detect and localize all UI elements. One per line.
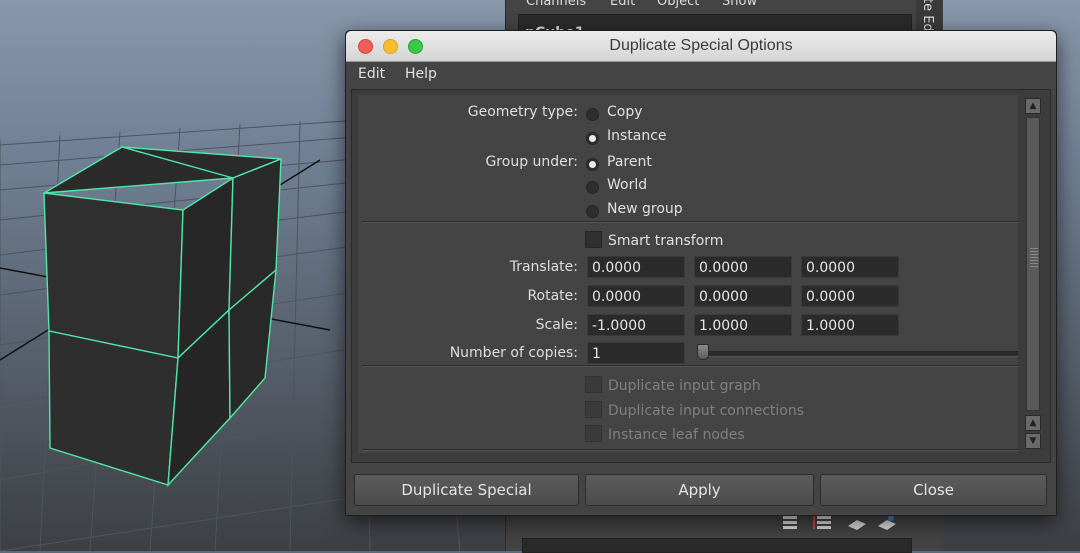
section-divider [362, 221, 1018, 223]
close-button[interactable]: Close [820, 474, 1047, 506]
menu-object[interactable]: Object [657, 0, 699, 9]
copies-slider-handle[interactable] [697, 344, 709, 360]
scale-y-field[interactable]: 1.0000 [694, 314, 792, 336]
section-divider-2 [362, 365, 1018, 367]
radio-parent[interactable] [586, 158, 599, 171]
section-divider-3 [362, 449, 1018, 451]
translate-x-field[interactable]: 0.0000 [587, 256, 685, 278]
smart-transform-label[interactable]: Smart transform [608, 233, 723, 249]
rotate-label: Rotate: [527, 288, 578, 304]
options-scrollbar[interactable]: ▲ ▲ ▼ [1024, 95, 1042, 453]
rotate-y-field[interactable]: 0.0000 [694, 285, 792, 307]
copies-label: Number of copies: [449, 345, 578, 361]
window-title: Duplicate Special Options [609, 37, 793, 54]
duplicate-input-graph-checkbox[interactable] [585, 376, 602, 393]
duplicate-input-graph-label: Duplicate input graph [608, 378, 761, 394]
scrollbar-grip-icon [1030, 248, 1038, 268]
menu-edit-bg[interactable]: Edit [610, 0, 635, 9]
scroll-down-arrow-icon[interactable]: ▼ [1025, 433, 1041, 449]
menu-show[interactable]: Show [722, 0, 757, 9]
translate-label: Translate: [509, 259, 578, 275]
menu-edit[interactable]: Edit [358, 66, 385, 82]
scrollbar-thumb[interactable] [1026, 117, 1040, 411]
translate-z-field[interactable]: 0.0000 [801, 256, 899, 278]
radio-new-group[interactable] [586, 205, 599, 218]
channel-box-menubar: Channels Edit Object Show [506, 0, 916, 14]
menu-channels[interactable]: Channels [526, 0, 586, 9]
radio-world-label[interactable]: World [607, 177, 647, 193]
instance-leaf-nodes-label: Instance leaf nodes [608, 427, 745, 443]
radio-copy[interactable] [586, 108, 599, 121]
copies-field[interactable]: 1 [587, 342, 685, 364]
duplicate-input-connections-checkbox[interactable] [585, 401, 602, 418]
apply-button[interactable]: Apply [585, 474, 814, 506]
rotate-z-field[interactable]: 0.0000 [801, 285, 899, 307]
radio-instance[interactable] [586, 132, 599, 145]
scale-label: Scale: [535, 317, 578, 333]
scale-z-field[interactable]: 1.0000 [801, 314, 899, 336]
copies-slider-track[interactable] [699, 351, 1018, 357]
radio-copy-label[interactable]: Copy [607, 104, 643, 120]
options-frame: Geometry type: Copy Instance Group under… [351, 89, 1051, 463]
rotate-x-field[interactable]: 0.0000 [587, 285, 685, 307]
radio-parent-label[interactable]: Parent [607, 154, 652, 170]
scale-x-field[interactable]: -1.0000 [587, 314, 685, 336]
radio-instance-label[interactable]: Instance [607, 128, 667, 144]
radio-new-group-label[interactable]: New group [607, 201, 683, 217]
options-scroll-area: Geometry type: Copy Instance Group under… [358, 95, 1018, 453]
scroll-up-arrow-icon[interactable]: ▲ [1025, 98, 1041, 114]
instance-leaf-nodes-checkbox[interactable] [585, 425, 602, 442]
scroll-up-arrow-lower-icon[interactable]: ▲ [1025, 415, 1041, 431]
duplicate-special-button[interactable]: Duplicate Special [354, 474, 579, 506]
radio-world[interactable] [586, 181, 599, 194]
title-bar[interactable]: Duplicate Special Options [346, 31, 1056, 62]
smart-transform-checkbox[interactable] [585, 231, 602, 248]
geometry-type-label: Geometry type: [467, 104, 578, 120]
dialog-menubar: Edit Help [346, 62, 1056, 86]
translate-y-field[interactable]: 0.0000 [694, 256, 792, 278]
side-tab-label: te Ed [920, 0, 935, 32]
menu-help[interactable]: Help [405, 66, 437, 82]
duplicate-special-dialog: Duplicate Special Options Edit Help Geom… [345, 30, 1057, 516]
group-under-label: Group under: [485, 154, 578, 170]
duplicate-input-connections-label: Duplicate input connections [608, 403, 805, 419]
